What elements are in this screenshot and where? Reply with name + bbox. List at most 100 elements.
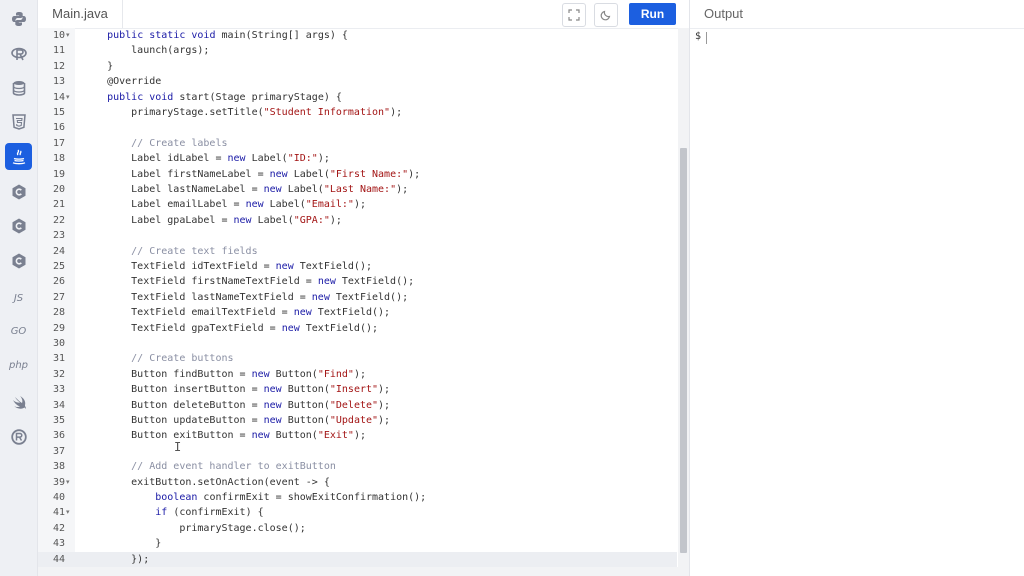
code-text: // Add event handler to exitButton (83, 459, 336, 474)
code-line[interactable]: 36 Button exitButton = new Button("Exit"… (38, 428, 677, 443)
code-line[interactable]: 14 ▾ public void start(Stage primaryStage… (38, 90, 677, 105)
theme-toggle-button[interactable] (594, 3, 618, 27)
code-editor[interactable]: 10 ▾ public static void main(String[] arg… (38, 28, 677, 576)
code-line[interactable]: 23 (38, 228, 677, 243)
go-language-button[interactable]: GO (5, 318, 32, 345)
code-line[interactable]: 29 TextField gpaTextField = new TextFiel… (38, 321, 677, 336)
code-line[interactable]: 30 (38, 336, 677, 351)
code-token: new (251, 368, 270, 380)
code-line[interactable]: 31 // Create buttons (38, 351, 677, 366)
code-line[interactable]: 27 TextField lastNameTextField = new Tex… (38, 290, 677, 305)
code-token: exitButton.setOnAction(event -> { (83, 476, 330, 488)
text-cursor-icon: I (174, 440, 182, 454)
code-line[interactable]: 44 }); (38, 551, 677, 567)
code-line[interactable]: 16 (38, 120, 677, 135)
line-number: 18 (52, 153, 65, 165)
code-token: "Email:" (305, 199, 354, 211)
code-token: Button exitButton = (83, 430, 252, 442)
code-line[interactable]: 39 ▾ exitButton.setOnAction(event -> { (38, 475, 677, 490)
code-token: TextField(); (329, 291, 409, 303)
c-icon (10, 183, 28, 201)
code-line[interactable]: 13 @Override (38, 74, 677, 89)
line-number: 36 (52, 430, 65, 442)
code-line[interactable]: 32 Button findButton = new Button("Find"… (38, 367, 677, 382)
php-language-button[interactable]: php (5, 352, 32, 379)
line-number: 16 (52, 122, 65, 134)
code-token: new (263, 415, 282, 426)
file-tab[interactable]: Main.java (38, 0, 123, 28)
run-button[interactable]: Run (629, 3, 676, 25)
code-line[interactable]: 41 ▾ if (confirmExit) { (38, 505, 677, 520)
line-number: 42 (52, 522, 65, 534)
fullscreen-button[interactable] (562, 3, 586, 27)
code-line[interactable]: 38 // Add event handler to exitButton (38, 459, 677, 474)
editor-toolbar: Main.java Run (38, 0, 689, 29)
rust-icon (10, 428, 28, 446)
code-line[interactable]: 34 Button deleteButton = new Button("Del… (38, 398, 677, 413)
scrollbar-thumb[interactable] (680, 148, 687, 553)
fold-toggle-icon[interactable]: ▾ (66, 28, 70, 43)
code-line[interactable]: 19 Label firstNameLabel = new Label("Fir… (38, 167, 677, 182)
database-language-button[interactable] (5, 74, 32, 101)
java-language-button[interactable] (5, 143, 32, 170)
java-icon (10, 148, 28, 166)
code-token: new (245, 199, 264, 211)
code-text: Button findButton = new Button("Find"); (83, 367, 366, 382)
code-token: ); (378, 384, 391, 396)
code-line[interactable]: 11 launch(args); (38, 43, 677, 58)
code-line[interactable]: 15 primaryStage.setTitle("Student Inform… (38, 105, 677, 120)
output-prompt: $ (695, 31, 702, 42)
editor-horizontal-scrollbar[interactable] (38, 567, 678, 576)
code-text: // Create labels (83, 136, 227, 151)
code-token: TextField(); (293, 261, 372, 272)
line-number: 28 (52, 307, 65, 319)
code-token: @Override (83, 76, 162, 88)
code-text: } (83, 59, 113, 74)
r-language-button[interactable] (5, 40, 32, 67)
javascript-language-button[interactable]: JS (5, 285, 32, 312)
fold-toggle-icon[interactable]: ▾ (66, 505, 70, 520)
code-line[interactable]: 43 } (38, 536, 677, 551)
code-text: Button updateButton = new Button("Update… (83, 413, 390, 428)
code-line[interactable]: 24 // Create text fields (38, 244, 677, 259)
code-line[interactable]: 42 primaryStage.close(); (38, 521, 677, 536)
code-line[interactable]: 18 Label idLabel = new Label("ID:"); (38, 151, 677, 166)
code-line[interactable]: 22 Label gpaLabel = new Label("GPA:"); (38, 213, 677, 228)
code-line[interactable]: 25 TextField idTextField = new TextField… (38, 259, 677, 274)
code-token: new (269, 168, 288, 180)
code-line[interactable]: 37 (38, 444, 677, 459)
rust-language-button[interactable] (5, 423, 32, 450)
code-text: public void start(Stage primaryStage) { (83, 90, 342, 105)
code-line[interactable]: 28 TextField emailTextField = new TextFi… (38, 305, 677, 320)
code-line[interactable]: 40 boolean confirmExit = showExitConfirm… (38, 490, 677, 505)
code-text: TextField emailTextField = new TextField… (83, 305, 390, 320)
fullscreen-icon (568, 9, 580, 21)
fold-toggle-icon[interactable]: ▾ (66, 475, 70, 490)
pane-divider[interactable] (689, 0, 690, 576)
html5-language-button[interactable] (5, 108, 32, 135)
code-token: "Update" (329, 415, 379, 426)
code-line[interactable]: 35 Button updateButton = new Button("Upd… (38, 413, 677, 428)
code-text: TextField firstNameTextField = new TextF… (83, 274, 414, 289)
code-token: start(Stage primaryStage) { (173, 91, 342, 103)
csharp-language-button[interactable] (5, 247, 32, 274)
swift-language-button[interactable] (5, 389, 32, 416)
python-language-button[interactable] (5, 5, 32, 32)
code-token: "Insert" (329, 384, 379, 396)
code-line[interactable]: 33 Button insertButton = new Button("Ins… (38, 382, 677, 397)
code-line[interactable]: 10 ▾ public static void main(String[] arg… (38, 28, 677, 43)
code-token: "Student Information" (263, 107, 391, 118)
code-line[interactable]: 21 Label emailLabel = new Label("Email:"… (38, 197, 677, 212)
cpp-language-button[interactable] (5, 212, 32, 239)
code-token: new (317, 276, 336, 288)
code-line[interactable]: 26 TextField firstNameTextField = new Te… (38, 274, 677, 289)
code-line[interactable]: 17 // Create labels (38, 136, 677, 151)
code-line[interactable]: 12 } (38, 59, 677, 74)
line-number: 20 (52, 184, 65, 195)
code-token: primaryStage.close(); (83, 522, 306, 534)
fold-toggle-icon[interactable]: ▾ (66, 90, 70, 105)
editor-vertical-scrollbar[interactable] (678, 28, 689, 576)
code-line[interactable]: 20 Label lastNameLabel = new Label("Last… (38, 182, 677, 197)
code-text: } (83, 536, 161, 551)
c-language-button[interactable] (5, 178, 32, 205)
